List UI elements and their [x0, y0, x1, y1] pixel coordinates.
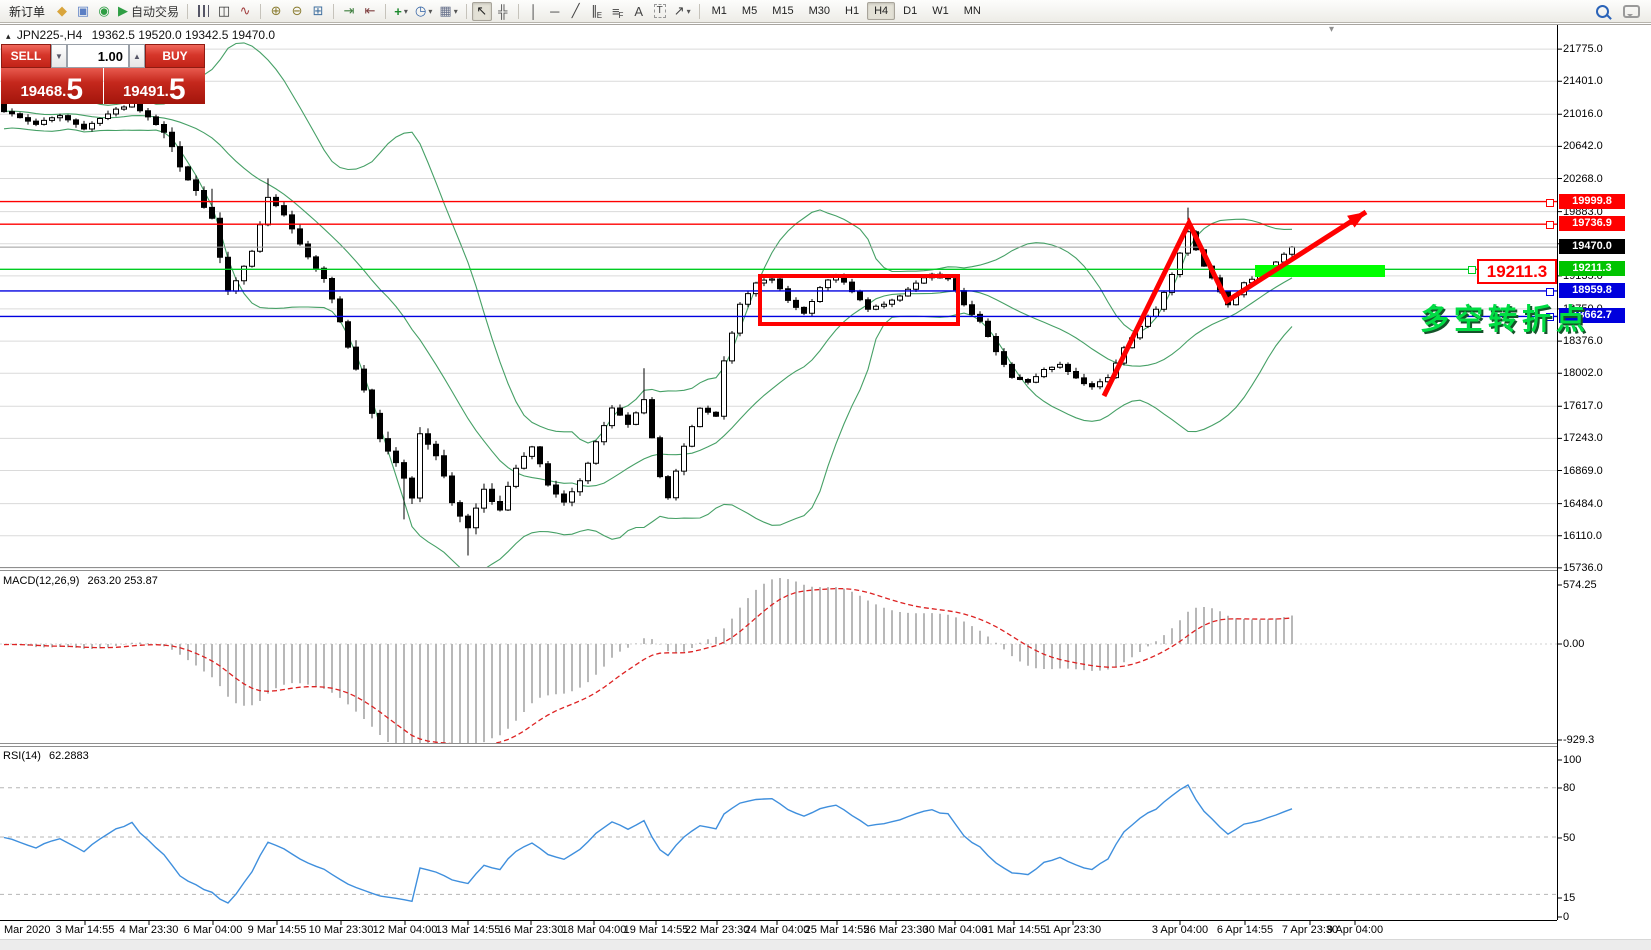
timeframe-button-h4[interactable]: H4 [867, 2, 896, 20]
text-icon[interactable]: A [629, 2, 649, 21]
chart-title: ▴ JPN225-,H4 19362.5 19520.0 19342.5 194… [6, 28, 275, 42]
axis-ticks [84, 48, 1562, 925]
toolbar-separator [517, 3, 519, 19]
toolbar-separator [465, 3, 467, 19]
autotrading-label: 自动交易 [131, 4, 180, 19]
zoom-out-icon[interactable]: ⊖ [287, 2, 307, 21]
vline-icon[interactable]: │ [524, 2, 544, 21]
candles-layer [1, 84, 1295, 556]
rsi-pane-label: RSI(14) 62.2883 [3, 750, 89, 762]
turning-point-annotation[interactable]: 多空转折点 [1420, 296, 1590, 338]
chart-area[interactable] [0, 0, 1651, 949]
volume-up-spinner[interactable]: ▲ [129, 44, 145, 68]
metaeditor-icon[interactable]: ◆ [52, 2, 72, 21]
timeframe-button-m30[interactable]: M30 [802, 2, 837, 20]
buy-price-main: 19491 [122, 83, 165, 100]
linechart-icon[interactable]: ∿ [235, 2, 255, 21]
symbol-marker-icon: ▴ [6, 31, 11, 41]
chart-shift-marker-icon[interactable]: ▾ [1329, 24, 1334, 35]
tile-windows-icon[interactable]: ⊞ [308, 2, 328, 21]
zoom-in-icon[interactable]: ⊕ [266, 2, 286, 21]
buy-button[interactable]: BUY [145, 44, 205, 68]
one-click-trade-panel: SELL ▼ 1.00 ▲ BUY 19468. 5 19491. 5 [1, 44, 205, 106]
timeframe-button-mn[interactable]: MN [957, 2, 988, 20]
toolbar-separator [333, 3, 335, 19]
toolbar-separator [187, 3, 189, 19]
buy-price-big-digit: 5 [168, 73, 186, 106]
candles-icon[interactable]: ◫ [214, 2, 234, 21]
hline-icon[interactable]: ─ [545, 2, 565, 21]
sell-price-panel[interactable]: 19468. 5 [1, 68, 103, 106]
trend-arrow-head [1347, 212, 1366, 228]
chartshift-icon[interactable]: ⇤ [360, 2, 380, 21]
autoscroll-icon[interactable]: ⇥ [339, 2, 359, 21]
timeframe-button-m15[interactable]: M15 [765, 2, 800, 20]
buy-price-panel[interactable]: 19491. 5 [103, 68, 205, 106]
sell-price-big-digit: 5 [66, 73, 84, 106]
toolbar-separator [260, 3, 262, 19]
toolbar-separator [698, 3, 700, 19]
price-tag-annotation[interactable]: 19211.3 [1477, 259, 1557, 284]
terminal-icon[interactable]: ▣ [73, 2, 93, 21]
timeframe-button-m1[interactable]: M1 [705, 2, 734, 20]
new-order-button[interactable]: 新订单 [3, 2, 51, 21]
timeframe-button-h1[interactable]: H1 [838, 2, 866, 20]
autotrading-button[interactable]: ▶ 自动交易 [115, 2, 182, 21]
toolbar-separator [385, 3, 387, 19]
window-bottom-edge [0, 939, 1651, 950]
timeframe-button-w1[interactable]: W1 [925, 2, 956, 20]
channel-icon[interactable]: ∥ E [587, 2, 607, 21]
arrows-icon[interactable]: ↗ ▾ [671, 2, 694, 21]
cursor-icon[interactable]: ↖ [471, 1, 492, 21]
ohlc-values: 19362.5 19520.0 19342.5 19470.0 [91, 28, 276, 42]
volume-down-spinner[interactable]: ▼ [51, 44, 67, 68]
sell-button[interactable]: SELL [1, 44, 51, 68]
symbol-label: JPN225-,H4 [16, 28, 83, 42]
crosshair-icon[interactable]: ╬ [493, 2, 513, 21]
macd-pane-label: MACD(12,26,9) 263.20 253.87 [3, 575, 158, 587]
signals-icon[interactable]: ◉ [94, 2, 114, 21]
label-icon[interactable]: T [650, 2, 670, 21]
templates-icon[interactable]: ▦ ▾ [436, 2, 460, 21]
indicators-icon[interactable]: + ▾ [391, 2, 411, 21]
macd-layer [3, 578, 1293, 743]
rsi-layer [3, 784, 1293, 904]
chat-icon[interactable] [1623, 4, 1640, 18]
volume-input[interactable]: 1.00 [67, 44, 129, 68]
bars-icon[interactable] [193, 2, 213, 21]
toolbar: 新订单 ◆ ▣ ◉ ▶ 自动交易 ◫ ∿ ⊕ ⊖ ⊞ ⇥ ⇤ + ▾ ◷ ▾ ▦ ▾ ↖ ╬ │ ─ ╱ ∥ E ≡ F A T ↗ ▾ M… [0, 0, 1651, 23]
price-gridlines [0, 48, 1557, 569]
search-icon[interactable] [1596, 4, 1609, 18]
timeframe-button-m5[interactable]: M5 [735, 2, 764, 20]
fibonacci-icon[interactable]: ≡ F [608, 2, 628, 21]
sell-price-main: 19468 [20, 83, 63, 100]
trendline-icon[interactable]: ╱ [566, 2, 586, 21]
periods-icon[interactable]: ◷ ▾ [412, 2, 435, 21]
timeframe-button-d1[interactable]: D1 [896, 2, 924, 20]
